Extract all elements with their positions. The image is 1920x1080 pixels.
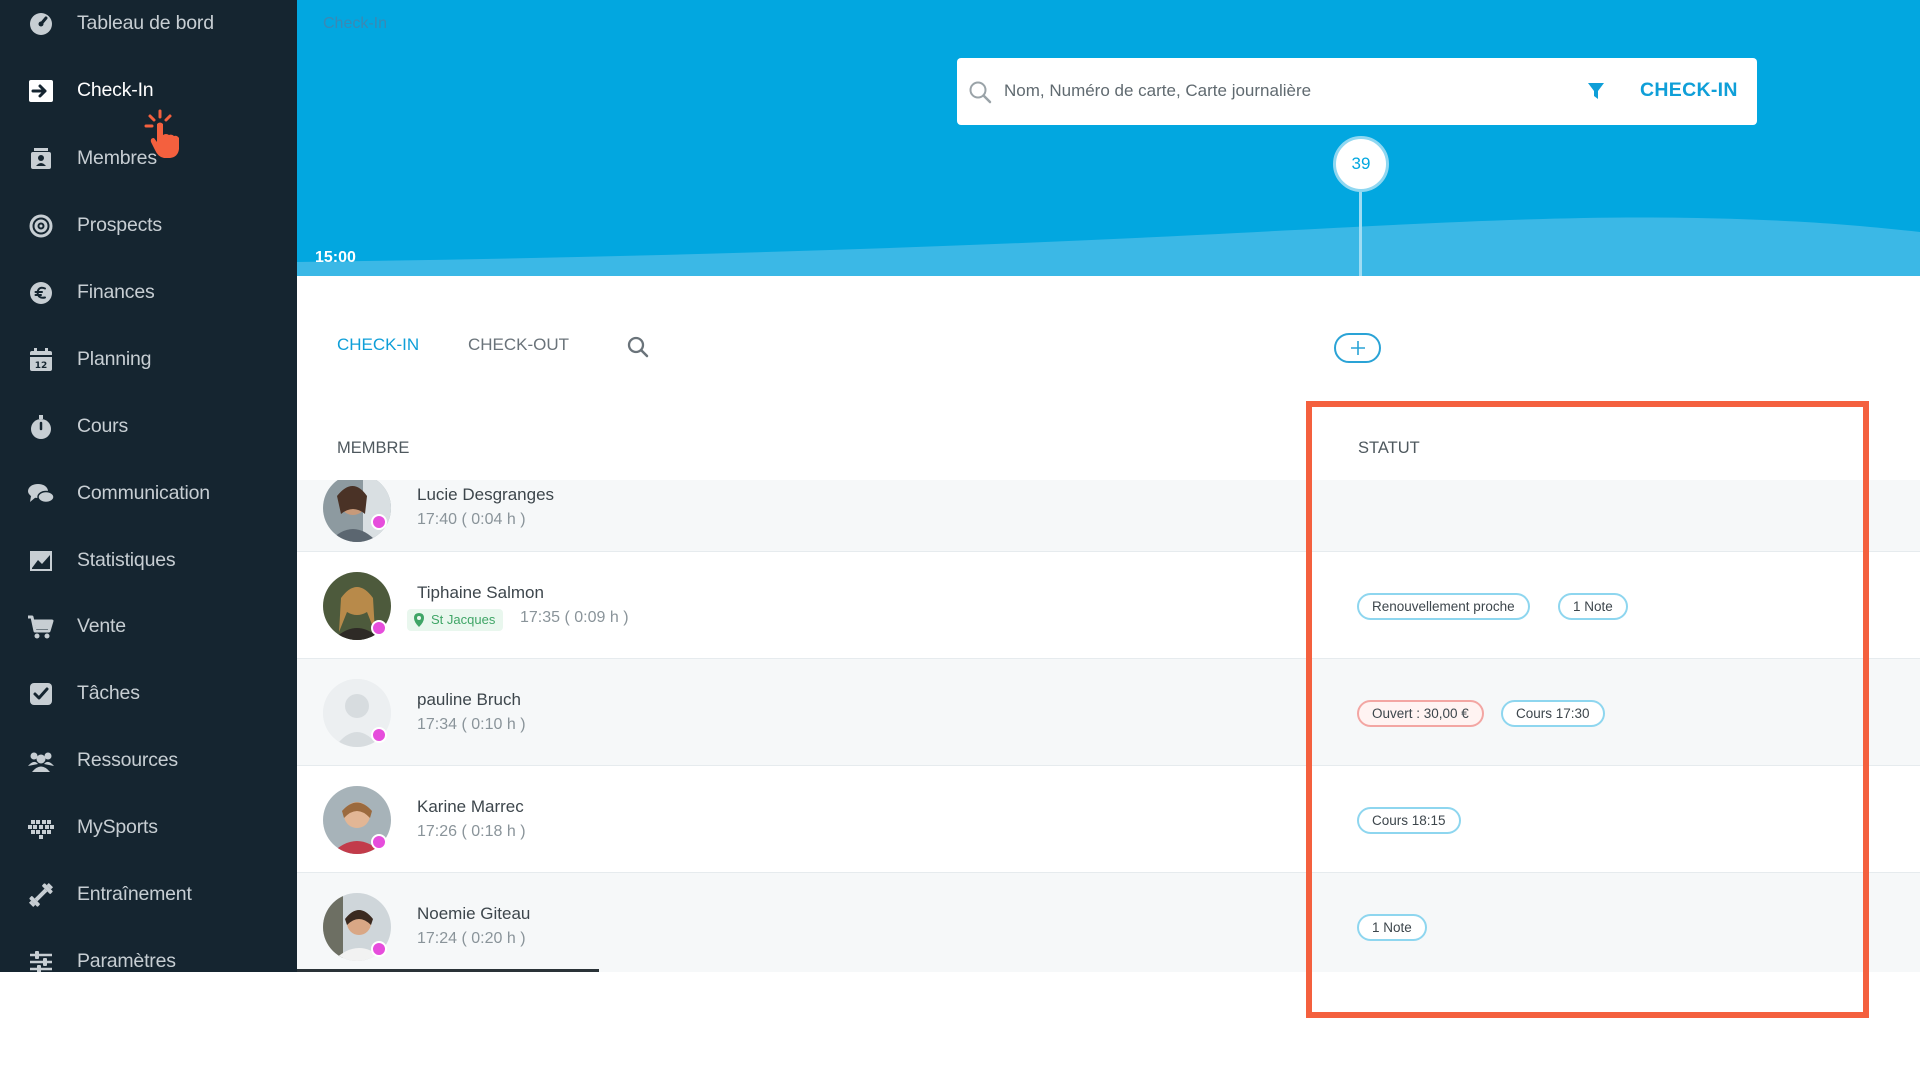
sidebar-item-label: Planning: [77, 348, 152, 370]
status-badge[interactable]: Cours 17:30: [1501, 700, 1605, 727]
sidebar-item-statistics[interactable]: Statistiques: [0, 537, 297, 585]
status-badge[interactable]: 1 Note: [1357, 914, 1427, 941]
dashboard-icon: [27, 10, 55, 38]
sidebar-item-training[interactable]: Entraînement: [0, 871, 297, 919]
checkin-time: 17:34 ( 0:10 h ): [417, 716, 526, 733]
member-name[interactable]: Lucie Desgranges: [417, 485, 554, 505]
add-checkin-button[interactable]: [1334, 333, 1381, 363]
sidebar-item-label: Paramètres: [77, 950, 176, 972]
checkin-counter: 39: [1333, 136, 1389, 192]
plus-icon: [1350, 341, 1365, 355]
location-label: St Jacques: [431, 612, 496, 627]
sidebar-item-label: MySports: [77, 816, 158, 838]
status-badge[interactable]: Ouvert : 30,00 €: [1357, 700, 1484, 727]
sidebar-item-label: Statistiques: [77, 549, 176, 571]
member-name[interactable]: Tiphaine Salmon: [417, 583, 544, 603]
dumbbell-icon: [27, 881, 55, 909]
sidebar-item-prospects[interactable]: Prospects: [0, 202, 297, 250]
search-icon: [967, 79, 993, 110]
calendar-icon: 12: [27, 346, 55, 374]
prospects-icon: [27, 212, 55, 240]
activity-wave: [297, 217, 1920, 276]
sidebar-item-mysports[interactable]: MySports: [0, 804, 297, 852]
sidebar-item-tasks[interactable]: Tâches: [0, 670, 297, 718]
presence-dot: [371, 620, 387, 636]
sidebar-item-label: Prospects: [77, 214, 162, 236]
table-row[interactable]: Lucie Desgranges 17:40 ( 0:04 h ): [297, 480, 1920, 552]
check-in-icon: [27, 77, 55, 105]
column-header-status[interactable]: STATUT: [1358, 439, 1420, 458]
member-name[interactable]: pauline Bruch: [417, 690, 521, 710]
sidebar-item-label: Communication: [77, 482, 210, 504]
checkin-list: Lucie Desgranges 17:40 ( 0:04 h ) Tiphai…: [297, 480, 1920, 972]
sidebar-item-label: Ressources: [77, 749, 178, 771]
table-row[interactable]: Karine Marrec 17:26 ( 0:18 h ) Cours 18:…: [297, 766, 1920, 873]
avatar: [323, 480, 391, 542]
members-icon: [27, 145, 55, 173]
app-window: Tableau de bord Check-In Membres Prospec…: [0, 0, 1920, 1080]
presence-dot: [371, 727, 387, 743]
checkin-time: 17:26 ( 0:18 h ): [417, 823, 526, 840]
stopwatch-icon: [27, 413, 55, 441]
checkin-time: 17:40 ( 0:04 h ): [417, 511, 526, 528]
chat-icon: [27, 480, 55, 508]
table-row[interactable]: Noemie Giteau 17:24 ( 0:20 h ) 1 Note: [297, 873, 1920, 972]
hand-cursor-icon: [142, 108, 186, 165]
euro-icon: [27, 279, 55, 307]
sidebar-item-sale[interactable]: Vente: [0, 603, 297, 651]
page-header: Check-In 15:00 Nom, Numéro de carte, Car…: [297, 0, 1920, 276]
presence-dot: [371, 941, 387, 957]
search-icon[interactable]: [626, 335, 650, 364]
sidebar-item-dashboard[interactable]: Tableau de bord: [0, 0, 297, 48]
sidebar-item-finances[interactable]: Finances: [0, 269, 297, 317]
sidebar-item-planning[interactable]: 12 Planning: [0, 336, 297, 384]
sidebar-item-label: Cours: [77, 415, 129, 437]
timeline-time: 15:00: [315, 249, 356, 266]
sidebar-item-courses[interactable]: Cours: [0, 403, 297, 451]
sliders-icon: [27, 948, 55, 972]
location-pin-icon: [414, 613, 424, 627]
checkin-time: 17:35 ( 0:09 h ): [520, 609, 629, 626]
member-name[interactable]: Karine Marrec: [417, 797, 524, 817]
table-row[interactable]: Tiphaine Salmon St Jacques 17:35 ( 0:09 …: [297, 552, 1920, 659]
timeline-marker-line: [1359, 190, 1362, 276]
search-input[interactable]: Nom, Numéro de carte, Carte journalière: [1004, 81, 1311, 101]
sidebar-item-label: Entraînement: [77, 883, 192, 905]
tab-check-out[interactable]: CHECK-OUT: [468, 335, 569, 355]
checkin-search-bar: Nom, Numéro de carte, Carte journalière …: [957, 58, 1757, 125]
member-name[interactable]: Noemie Giteau: [417, 904, 530, 924]
presence-dot: [371, 514, 387, 530]
sidebar-item-communication[interactable]: Communication: [0, 470, 297, 518]
sidebar-item-settings[interactable]: Paramètres: [0, 938, 297, 972]
mysports-icon: [27, 814, 55, 842]
sidebar-item-label: Tâches: [77, 682, 140, 704]
cart-icon: [27, 613, 55, 641]
divider: [297, 969, 599, 972]
chart-icon: [27, 547, 55, 575]
sidebar-item-label: Finances: [77, 281, 155, 303]
sidebar-item-label: Vente: [77, 615, 126, 637]
table-row[interactable]: pauline Bruch 17:34 ( 0:10 h ) Ouvert : …: [297, 659, 1920, 766]
breadcrumb[interactable]: Check-In: [323, 15, 387, 33]
sidebar-item-label: Tableau de bord: [77, 12, 214, 34]
sidebar-item-label: Check-In: [77, 79, 154, 101]
users-icon: [27, 747, 55, 775]
filter-icon[interactable]: [1586, 81, 1606, 106]
status-badge[interactable]: Cours 18:15: [1357, 807, 1461, 834]
column-header-member[interactable]: MEMBRE: [337, 439, 409, 458]
checkin-time: 17:24 ( 0:20 h ): [417, 930, 526, 947]
status-badge[interactable]: Renouvellement proche: [1357, 593, 1530, 620]
checkbox-icon: [27, 680, 55, 708]
tab-check-in[interactable]: CHECK-IN: [337, 335, 419, 355]
location-badge: St Jacques: [407, 609, 504, 631]
status-badge[interactable]: 1 Note: [1558, 593, 1628, 620]
presence-dot: [371, 834, 387, 850]
sidebar-item-resources[interactable]: Ressources: [0, 737, 297, 785]
svg-text:12: 12: [35, 361, 48, 371]
checkin-button[interactable]: CHECK-IN: [1640, 79, 1738, 102]
